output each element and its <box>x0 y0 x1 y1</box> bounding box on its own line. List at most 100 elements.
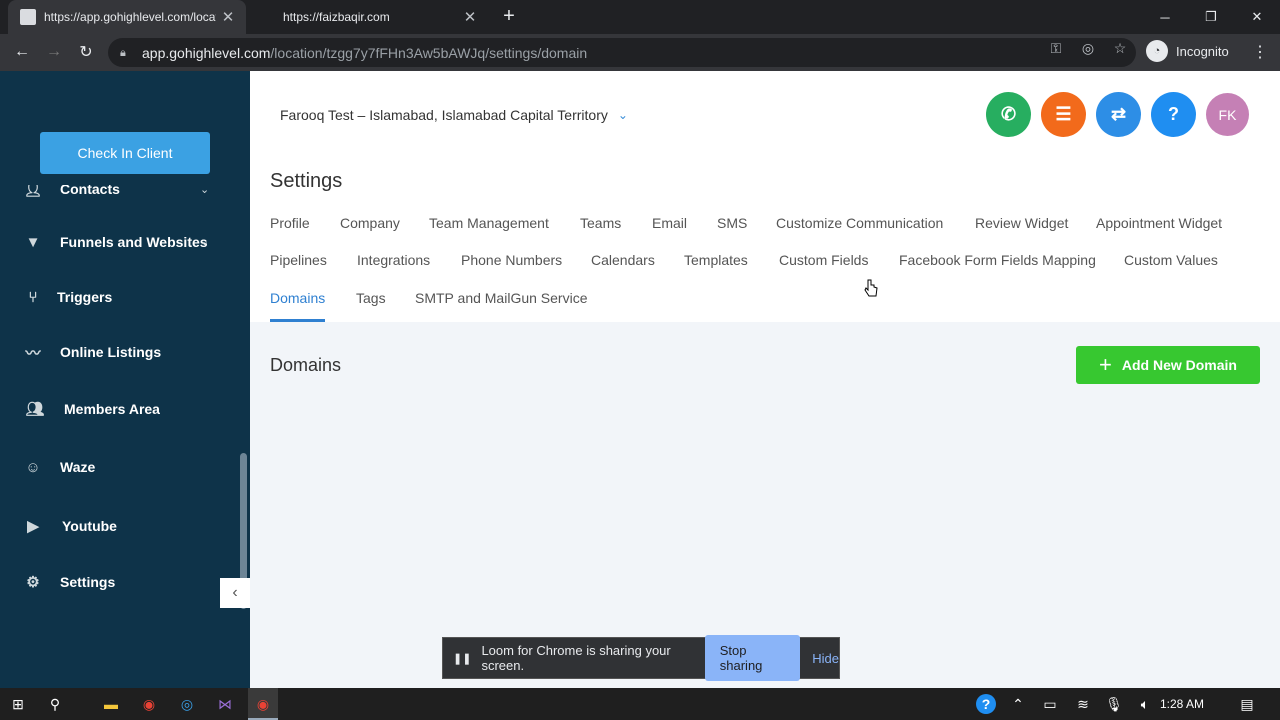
search-icon[interactable]: ⚲ <box>45 694 65 714</box>
minimize-icon[interactable]: ─ <box>1142 0 1188 34</box>
eye-off-icon[interactable]: ◎ <box>1078 40 1098 60</box>
tab-team-management[interactable]: Team Management <box>429 215 549 231</box>
swap-icon: ⇄ <box>1110 104 1127 124</box>
add-new-domain-button[interactable]: + Add New Domain <box>1076 346 1260 384</box>
tasks-button[interactable]: ☰ <box>1041 92 1086 137</box>
tab-review-widget[interactable]: Review Widget <box>975 215 1068 231</box>
tab-profile[interactable]: Profile <box>270 215 310 231</box>
sidebar-item-label: Triggers <box>57 289 113 305</box>
windows-taskbar: ⊞ ⚲ ▬ ◉ ◎ ⋈ ◉ ? ⌃ ▭ ≋ 🎙︎ 🔈︎ ▤ <box>0 688 1280 720</box>
wifi-icon[interactable]: ≋ <box>1073 694 1093 714</box>
windows-start-icon[interactable]: ⊞ <box>8 694 28 714</box>
incognito-label: Incognito <box>1176 43 1229 59</box>
tab-sms[interactable]: SMS <box>717 215 747 231</box>
battery-icon[interactable]: ▭ <box>1040 694 1060 714</box>
tab-title: https://app.gohighlevel.com/location/tzg… <box>44 10 216 24</box>
tab-email[interactable]: Email <box>652 215 687 231</box>
microphone-icon[interactable]: 🎙︎ <box>1104 694 1124 714</box>
sidebar-item-waze[interactable]: ☺ Waze <box>24 458 95 476</box>
close-tab-icon[interactable]: ✕ <box>216 8 240 26</box>
back-icon[interactable]: ← <box>10 40 34 64</box>
tab-custom-values[interactable]: Custom Values <box>1124 252 1218 268</box>
help-button[interactable]: ? <box>1151 92 1196 137</box>
active-tab-indicator <box>270 319 325 322</box>
url-path: /location/tzgg7y7fFHn3Aw5bAWJq/settings/… <box>270 44 588 61</box>
window-close-icon[interactable]: ✕ <box>1234 0 1280 34</box>
lock-icon: 🔒︎ <box>120 46 126 59</box>
add-domain-label: Add New Domain <box>1121 357 1237 373</box>
page-favicon-icon <box>20 9 36 25</box>
tab-appointment-widget[interactable]: Appointment Widget <box>1096 215 1222 231</box>
sidebar-item-label: Settings <box>60 574 116 590</box>
url-host: app.gohighlevel.com <box>142 44 271 61</box>
pause-icon[interactable]: ❚❚ <box>453 652 471 665</box>
sidebar-item-youtube[interactable]: ▶ Youtube <box>24 517 117 535</box>
tab-domains[interactable]: Domains <box>270 290 325 306</box>
tab-tags[interactable]: Tags <box>356 290 386 306</box>
question-icon: ? <box>1168 104 1179 124</box>
phone-icon: ✆ <box>1000 104 1017 124</box>
tab-smtp-mailgun[interactable]: SMTP and MailGun Service <box>415 290 587 306</box>
edge-icon[interactable]: ◎ <box>177 694 197 714</box>
tab-custom-fields[interactable]: Custom Fields <box>779 252 868 268</box>
tab-company[interactable]: Company <box>340 215 400 231</box>
address-bar[interactable]: 🔒︎ app.gohighlevel.com /location/tzgg7y7… <box>108 38 1136 67</box>
chevron-down-icon: ⌄ <box>200 184 210 196</box>
tab-integrations[interactable]: Integrations <box>357 252 430 268</box>
sidebar-item-label: Waze <box>60 459 96 475</box>
loom-message: Loom for Chrome is sharing your screen. <box>481 643 671 673</box>
help-tray-icon[interactable]: ? <box>976 694 996 714</box>
key-icon[interactable]: ⚿ <box>1046 40 1066 60</box>
tab-phone-numbers[interactable]: Phone Numbers <box>461 252 562 268</box>
switch-button[interactable]: ⇄ <box>1096 92 1141 137</box>
location-name: Farooq Test – Islamabad, Islamabad Capit… <box>280 107 608 123</box>
tab-pipelines[interactable]: Pipelines <box>270 252 327 268</box>
tab-facebook-form-fields-mapping[interactable]: Facebook Form Fields Mapping <box>899 252 1096 268</box>
chevron-down-icon: ⌄ <box>617 108 628 122</box>
file-explorer-icon[interactable]: ▬ <box>101 694 121 714</box>
members-icon: 👥︎ <box>25 401 45 418</box>
tab-calendars[interactable]: Calendars <box>591 252 655 268</box>
taskbar-clock[interactable]: 1:28 AM <box>1160 697 1204 711</box>
sidebar-item-online-listings[interactable]: 〰 Online Listings <box>24 343 161 362</box>
triggers-icon: ⑂ <box>28 288 38 306</box>
browser-tab-active[interactable]: https://app.gohighlevel.com/location/tzg… <box>8 0 246 34</box>
plus-icon: + <box>1099 352 1112 377</box>
new-tab-icon[interactable]: + <box>498 6 520 28</box>
stop-sharing-button[interactable]: Stop sharing <box>704 635 801 681</box>
star-icon[interactable]: ☆ <box>1110 40 1130 60</box>
incognito-indicator[interactable]: ◔ Incognito <box>1146 40 1229 62</box>
restore-icon[interactable]: ❐ <box>1188 0 1234 34</box>
reload-icon[interactable]: ↻ <box>74 40 98 64</box>
location-switcher[interactable]: Farooq Test – Islamabad, Islamabad Capit… <box>280 107 628 123</box>
incognito-icon: ◔ <box>1146 40 1168 62</box>
sidebar-item-funnels[interactable]: ▼ Funnels and Websites <box>24 233 208 251</box>
notifications-icon[interactable]: ▤ <box>1237 694 1257 714</box>
visual-studio-icon[interactable]: ⋈ <box>215 694 235 714</box>
check-in-client-button[interactable]: Check In Client <box>40 132 210 174</box>
close-tab-icon[interactable]: ✕ <box>458 8 482 26</box>
collapse-sidebar-icon[interactable]: ‹ <box>220 578 250 608</box>
tab-customize-communication[interactable]: Customize Communication <box>776 215 943 231</box>
browser-tab-strip: https://app.gohighlevel.com/location/tzg… <box>0 0 1280 34</box>
phone-button[interactable]: ✆ <box>986 92 1031 137</box>
forward-icon[interactable]: → <box>42 40 66 64</box>
sidebar: Check In Client 👤︎ Contacts ⌄ ▼ Funnels … <box>0 71 250 688</box>
loom-sharing-banner: ❚❚ Loom for Chrome is sharing your scree… <box>442 635 840 681</box>
volume-icon[interactable]: 🔈︎ <box>1135 694 1155 714</box>
main-content: Farooq Test – Islamabad, Islamabad Capit… <box>250 71 1280 688</box>
sidebar-item-members-area[interactable]: 👥︎ Members Area <box>24 400 160 418</box>
hide-button[interactable]: Hide <box>812 651 839 666</box>
sidebar-item-triggers[interactable]: ⑂ Triggers <box>24 288 112 306</box>
chrome-active-icon[interactable]: ◉ <box>253 694 273 714</box>
avatar[interactable]: FK <box>1206 93 1249 136</box>
browser-tab-inactive[interactable]: https://faizbaqir.com ✕ <box>250 0 488 34</box>
browser-menu-icon[interactable]: ⋮ <box>1250 42 1270 62</box>
tab-teams[interactable]: Teams <box>580 215 621 231</box>
chevron-up-icon[interactable]: ⌃ <box>1008 694 1028 714</box>
sidebar-item-settings[interactable]: ⚙ Settings <box>24 573 115 591</box>
tab-templates[interactable]: Templates <box>684 252 748 268</box>
funnel-icon: ▼ <box>25 233 41 251</box>
sidebar-item-contacts[interactable]: 👤︎ Contacts <box>24 185 120 198</box>
chrome-icon[interactable]: ◉ <box>139 694 159 714</box>
